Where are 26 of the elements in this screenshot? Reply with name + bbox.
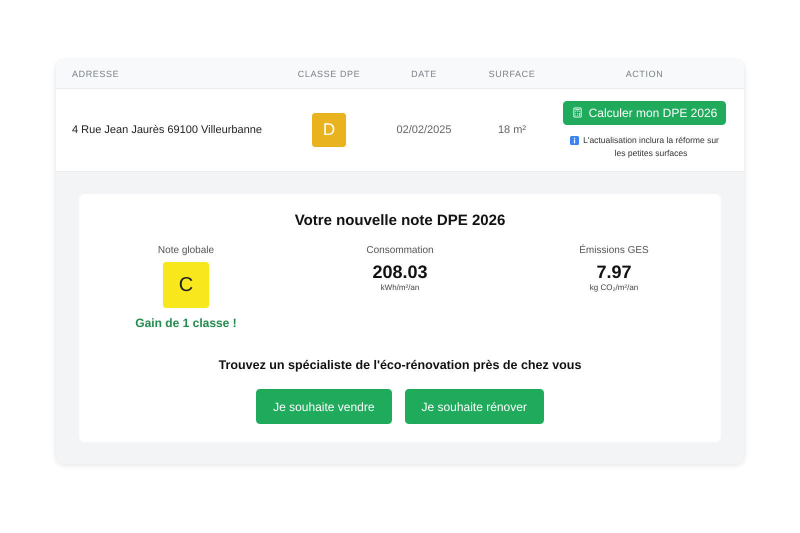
calculator-icon — [572, 107, 583, 118]
cta-title: Trouvez un spécialiste de l'éco-rénovation près de chez vous — [218, 358, 582, 372]
column-header: ACTION — [624, 69, 664, 79]
info-note: L'actualisation inclura la réforme sur les petites surfaces — [582, 134, 720, 160]
metric-label: Note globale — [158, 245, 214, 256]
column-header: SURFACE — [488, 69, 536, 79]
dpe-class-badge: D — [312, 113, 346, 147]
date-text: 02/02/2025 — [395, 124, 453, 136]
metric-value: 7.97 — [596, 262, 632, 283]
column-header: ADRESSE — [72, 69, 120, 79]
metric-unit: kWh/m²/an — [380, 283, 420, 292]
surface-text: 18 m² — [496, 124, 528, 136]
grade-badge: C — [163, 262, 209, 308]
result-title: Votre nouvelle note DPE 2026 — [294, 212, 506, 229]
gain-text: Gain de 1 classe ! — [135, 316, 237, 330]
info-icon — [570, 136, 578, 144]
metric-value: 208.03 — [372, 262, 428, 283]
metric-label: Émissions GES — [579, 245, 649, 256]
metric-label: Consommation — [366, 245, 434, 256]
address-text: 4 Rue Jean Jaurès 69100 Villeurbanne — [72, 124, 263, 136]
column-header: DATE — [410, 69, 438, 79]
calculate-button[interactable]: Calculer mon DPE 2026 — [562, 100, 726, 124]
cta-button[interactable]: Je souhaite vendre — [256, 389, 392, 424]
cta-button[interactable]: Je souhaite rénover — [404, 389, 544, 424]
metric-unit: kg CO₂/m²/an — [590, 283, 638, 292]
column-header: CLASSE DPE — [296, 69, 362, 79]
